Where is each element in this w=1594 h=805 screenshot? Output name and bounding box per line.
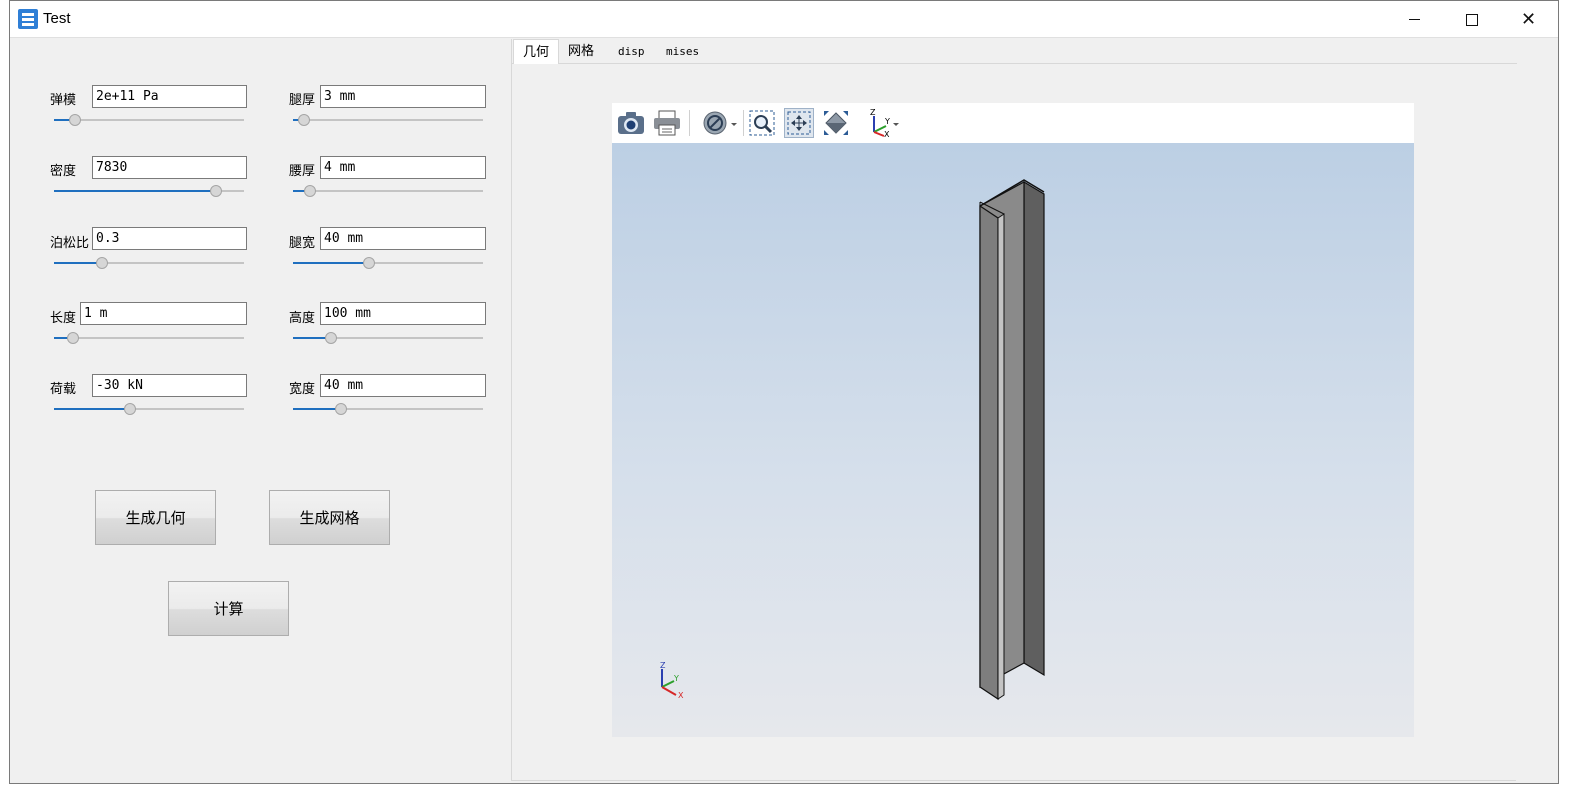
- parameter-panel: 弹模 2e+11 Pa 密度 7830 泊松比 0.3 长度 1 m 荷载 -3…: [10, 39, 511, 784]
- toolbar-separator: [743, 110, 744, 136]
- view-tabs: 几何 网格 disp mises: [512, 39, 1517, 64]
- axis-x-label: X: [678, 691, 684, 700]
- load-input[interactable]: -30 kN: [92, 374, 247, 397]
- close-icon: ✕: [1520, 8, 1537, 30]
- slider-thumb[interactable]: [325, 332, 337, 344]
- maximize-icon: [1465, 13, 1478, 26]
- viewer-toolbar: ZYX: [612, 103, 1414, 143]
- slider-thumb[interactable]: [334, 403, 347, 415]
- generate-mesh-button[interactable]: 生成网格: [269, 490, 390, 545]
- density-input[interactable]: 7830: [92, 156, 247, 179]
- svg-text:Z: Z: [870, 108, 876, 117]
- height-slider[interactable]: [293, 332, 483, 344]
- axes-orientation-icon[interactable]: ZYX: [865, 108, 901, 138]
- web-thickness-label: 腰厚: [289, 164, 316, 179]
- slider-thumb[interactable]: [68, 114, 81, 126]
- pan-icon[interactable]: [784, 108, 814, 138]
- height-label: 高度: [289, 311, 316, 326]
- leg-width-slider[interactable]: [293, 257, 483, 269]
- 3d-viewer[interactable]: ZYX Z Y X: [612, 103, 1414, 737]
- axis-triad: Z Y X: [660, 661, 684, 700]
- leg-thickness-slider[interactable]: [293, 114, 483, 126]
- title-bar[interactable]: Test ✕: [10, 1, 1558, 38]
- height-input[interactable]: 100 mm: [320, 302, 486, 325]
- axis-z-label: Z: [660, 661, 666, 670]
- tab-mises[interactable]: mises: [657, 39, 708, 64]
- slider-thumb[interactable]: [209, 185, 222, 197]
- poisson-ratio-input[interactable]: 0.3: [92, 227, 247, 250]
- axis-y-label: Y: [673, 674, 679, 683]
- view-panel: 几何 网格 disp mises Z Y X Z Y X: [511, 39, 1517, 781]
- length-input[interactable]: 1 m: [80, 302, 247, 325]
- maximize-button[interactable]: [1443, 1, 1500, 38]
- app-icon: [18, 9, 38, 29]
- minimize-icon: [1409, 19, 1420, 20]
- minimize-button[interactable]: [1386, 1, 1443, 38]
- leg-width-label: 腿宽: [289, 236, 316, 251]
- slider-thumb[interactable]: [67, 332, 79, 344]
- load-label: 荷载: [50, 382, 77, 397]
- beam-model: [979, 179, 1045, 701]
- length-slider[interactable]: [54, 332, 244, 344]
- 3d-scene[interactable]: Z Y X: [612, 143, 1414, 737]
- width-label: 宽度: [289, 382, 316, 397]
- slider-thumb[interactable]: [124, 403, 136, 415]
- slider-thumb[interactable]: [298, 114, 311, 126]
- leg-thickness-label: 腿厚: [289, 93, 316, 108]
- print-icon[interactable]: [652, 108, 682, 138]
- camera-icon[interactable]: [616, 108, 646, 138]
- compute-button[interactable]: 计算: [168, 581, 289, 636]
- tab-disp[interactable]: disp: [609, 39, 654, 64]
- app-window: Test ✕ 弹模 2e+11 Pa 密度 7830 泊松比 0.3 长度 1 …: [9, 0, 1559, 784]
- elastic-modulus-label: 弹模: [50, 93, 77, 108]
- load-slider[interactable]: [54, 403, 244, 415]
- web-thickness-slider[interactable]: [293, 185, 483, 197]
- slider-thumb[interactable]: [95, 257, 108, 269]
- zoom-window-icon[interactable]: [747, 108, 777, 138]
- slider-thumb[interactable]: [363, 257, 375, 269]
- toolbar-separator: [689, 110, 690, 136]
- length-label: 长度: [50, 311, 77, 326]
- view-style-icon[interactable]: [701, 108, 739, 138]
- elastic-modulus-input[interactable]: 2e+11 Pa: [92, 85, 247, 108]
- generate-geometry-button[interactable]: 生成几何: [95, 490, 216, 545]
- web-thickness-input[interactable]: 4 mm: [320, 156, 486, 179]
- elastic-modulus-slider[interactable]: [54, 114, 244, 126]
- slider-thumb[interactable]: [304, 185, 317, 197]
- density-slider[interactable]: [54, 185, 244, 197]
- fit-all-icon[interactable]: [821, 108, 851, 138]
- width-input[interactable]: 40 mm: [320, 374, 486, 397]
- leg-thickness-input[interactable]: 3 mm: [320, 85, 486, 108]
- width-slider[interactable]: [293, 403, 483, 415]
- close-button[interactable]: ✕: [1500, 1, 1557, 38]
- tab-geometry[interactable]: 几何: [513, 39, 560, 64]
- tab-mesh[interactable]: 网格: [559, 39, 603, 64]
- density-label: 密度: [50, 164, 77, 179]
- window-title: Test: [43, 10, 71, 27]
- svg-text:Y: Y: [884, 117, 890, 126]
- poisson-ratio-slider[interactable]: [54, 257, 244, 269]
- leg-width-input[interactable]: 40 mm: [320, 227, 486, 250]
- poisson-ratio-label: 泊松比: [50, 236, 90, 251]
- svg-text:X: X: [884, 130, 890, 138]
